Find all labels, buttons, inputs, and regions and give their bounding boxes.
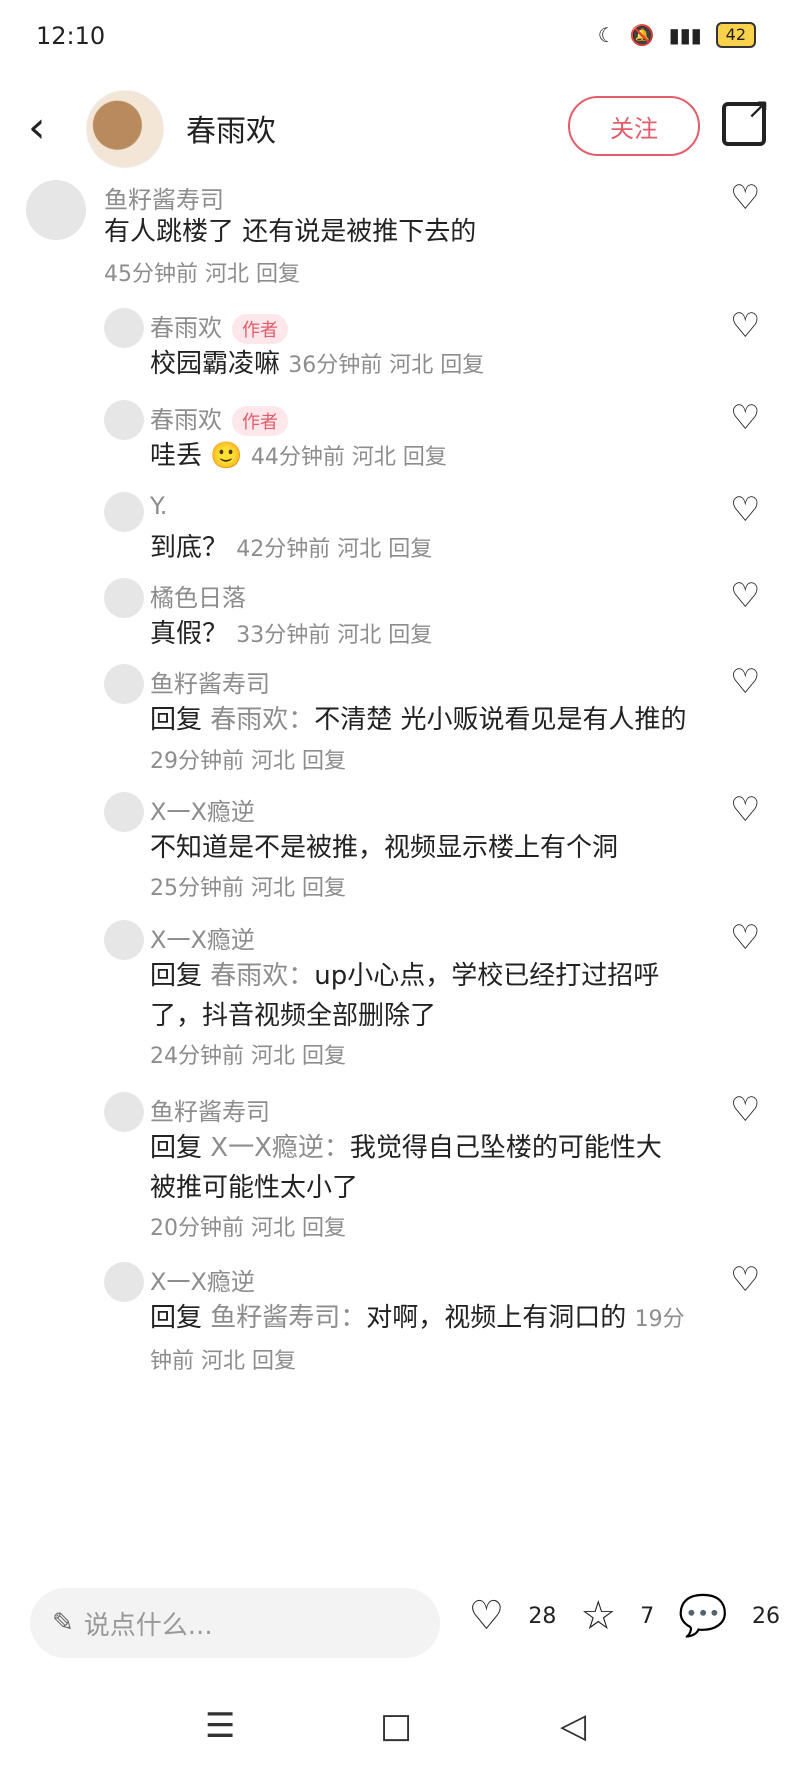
- battery-icon: 42: [715, 22, 756, 48]
- username[interactable]: 春雨欢 作者: [150, 308, 288, 344]
- user-avatar[interactable]: [104, 578, 144, 618]
- reply-item: 鱼籽酱寿司 回复 X一X瘾逆：我觉得自己坠楼的可能性大 被推可能性太小了 20分…: [0, 1092, 800, 1242]
- user-avatar[interactable]: [104, 308, 144, 348]
- username[interactable]: 春雨欢 作者: [150, 400, 288, 436]
- heart-icon[interactable]: ♡: [730, 792, 766, 828]
- follow-button[interactable]: 关注: [568, 96, 700, 156]
- pen-icon: ✎: [52, 1608, 74, 1638]
- reply-item: 橘色日落 真假？ 33分钟前 河北 回复 ♡: [0, 578, 800, 658]
- comment-text: 回复 春雨欢：up小心点，学校已经打过招呼了，抖音视频全部删除了: [150, 961, 660, 1031]
- heart-icon[interactable]: ♡: [730, 1262, 766, 1298]
- user-avatar[interactable]: [26, 180, 86, 240]
- user-avatar[interactable]: [104, 492, 144, 532]
- bottom-action-bar: ✎ 说点什么... ♡ 28 ☆ 7 💬 26: [0, 1568, 800, 1678]
- heart-icon[interactable]: ♡: [730, 492, 766, 528]
- author-avatar[interactable]: [86, 90, 164, 168]
- comment-bubble-icon[interactable]: 💬: [678, 1596, 728, 1636]
- heart-icon[interactable]: ♡: [468, 1596, 504, 1636]
- reply-item: X一X瘾逆 回复 春雨欢：up小心点，学校已经打过招呼了，抖音视频全部删除了 2…: [0, 920, 800, 1070]
- comment-text: 回复 X一X瘾逆：我觉得自己坠楼的可能性大 被推可能性太小了: [150, 1133, 662, 1203]
- like-count: 28: [528, 1603, 557, 1629]
- heart-icon[interactable]: ♡: [730, 1092, 766, 1128]
- menu-icon[interactable]: ☰: [205, 1706, 235, 1746]
- author-badge: 作者: [232, 314, 288, 344]
- moon-icon: ☾: [597, 23, 616, 47]
- user-avatar[interactable]: [104, 1262, 144, 1302]
- comment-text: 有人跳楼了 还有说是被推下去的: [104, 217, 477, 247]
- username[interactable]: X一X瘾逆: [150, 792, 255, 827]
- author-name[interactable]: 春雨欢: [186, 106, 276, 150]
- comment-text: 哇丢 🙂 44分钟前 河北 回复: [150, 441, 447, 471]
- user-avatar[interactable]: [104, 1092, 144, 1132]
- comment-text: 到底？ 42分钟前 河北 回复: [150, 533, 433, 563]
- reply-item: X一X瘾逆 回复 鱼籽酱寿司：对啊，视频上有洞口的 19分钟前 河北 回复 ♡: [0, 1262, 800, 1382]
- star-icon[interactable]: ☆: [580, 1596, 616, 1636]
- input-placeholder: 说点什么...: [83, 1610, 213, 1641]
- username[interactable]: 鱼籽酱寿司: [150, 1092, 270, 1127]
- comment-item: 鱼籽酱寿司 有人跳楼了 还有说是被推下去的 45分钟前 河北 回复 ♡: [0, 180, 800, 300]
- user-avatar[interactable]: [104, 920, 144, 960]
- post-actions: ♡ 28 ☆ 7 💬 26: [468, 1596, 780, 1636]
- comment-meta[interactable]: 20分钟前 河北 回复: [150, 1210, 346, 1242]
- comment-text: 回复 春雨欢：不清楚 光小贩说看见是有人推的 29分钟前 河北 回复: [150, 705, 687, 774]
- reply-item: Y. 到底？ 42分钟前 河北 回复 ♡: [0, 492, 800, 572]
- comment-meta[interactable]: 24分钟前 河北 回复: [150, 1038, 346, 1070]
- bell-off-icon: 🔕: [629, 23, 655, 47]
- status-icons: ☾ 🔕 ▮▮▮ 42: [598, 22, 756, 48]
- user-avatar[interactable]: [104, 664, 144, 704]
- user-avatar[interactable]: [104, 792, 144, 832]
- back-icon[interactable]: ◁: [560, 1706, 586, 1746]
- home-square-icon[interactable]: □: [380, 1706, 412, 1746]
- comment-text: 不知道是不是被推，视频显示楼上有个洞: [150, 833, 619, 863]
- share-icon[interactable]: [722, 92, 770, 146]
- username[interactable]: 橘色日落: [150, 578, 246, 613]
- signal-icon: ▮▮▮: [668, 23, 702, 47]
- status-bar: 12:10 ☾ 🔕 ▮▮▮ 42: [0, 0, 800, 80]
- page-header: ‹ 春雨欢 关注: [0, 80, 800, 180]
- comment-meta[interactable]: 25分钟前 河北 回复: [150, 870, 346, 902]
- heart-icon[interactable]: ♡: [730, 180, 766, 216]
- author-badge: 作者: [232, 406, 288, 436]
- status-time: 12:10: [36, 22, 106, 50]
- heart-icon[interactable]: ♡: [730, 920, 766, 956]
- username[interactable]: 鱼籽酱寿司: [150, 664, 270, 699]
- username[interactable]: 鱼籽酱寿司: [104, 180, 224, 215]
- comment-text: 真假？ 33分钟前 河北 回复: [150, 619, 433, 649]
- reply-item: X一X瘾逆 不知道是不是被推，视频显示楼上有个洞 25分钟前 河北 回复 ♡: [0, 792, 800, 902]
- back-arrow-icon[interactable]: ‹: [28, 98, 46, 158]
- heart-icon[interactable]: ♡: [730, 578, 766, 614]
- user-avatar[interactable]: [104, 400, 144, 440]
- heart-icon[interactable]: ♡: [730, 400, 766, 436]
- reply-item: 鱼籽酱寿司 回复 春雨欢：不清楚 光小贩说看见是有人推的 29分钟前 河北 回复…: [0, 664, 800, 780]
- username[interactable]: Y.: [150, 492, 167, 520]
- reply-item: 春雨欢 作者 哇丢 🙂 44分钟前 河北 回复 ♡: [0, 400, 800, 480]
- star-count: 7: [640, 1603, 655, 1629]
- comment-text: 校园霸凌嘛 36分钟前 河北 回复: [150, 349, 485, 379]
- comment-text: 回复 鱼籽酱寿司：对啊，视频上有洞口的 19分钟前 河北 回复: [150, 1303, 685, 1374]
- comment-input[interactable]: ✎ 说点什么...: [30, 1588, 440, 1658]
- system-nav-bar: ☰ □ ◁: [0, 1678, 800, 1778]
- heart-icon[interactable]: ♡: [730, 308, 766, 344]
- reply-item: 春雨欢 作者 校园霸凌嘛 36分钟前 河北 回复 ♡: [0, 308, 800, 388]
- heart-icon[interactable]: ♡: [730, 664, 766, 700]
- comment-count: 26: [752, 1603, 780, 1629]
- username[interactable]: X一X瘾逆: [150, 1262, 255, 1297]
- username[interactable]: X一X瘾逆: [150, 920, 255, 955]
- comment-meta[interactable]: 45分钟前 河北 回复: [104, 256, 300, 288]
